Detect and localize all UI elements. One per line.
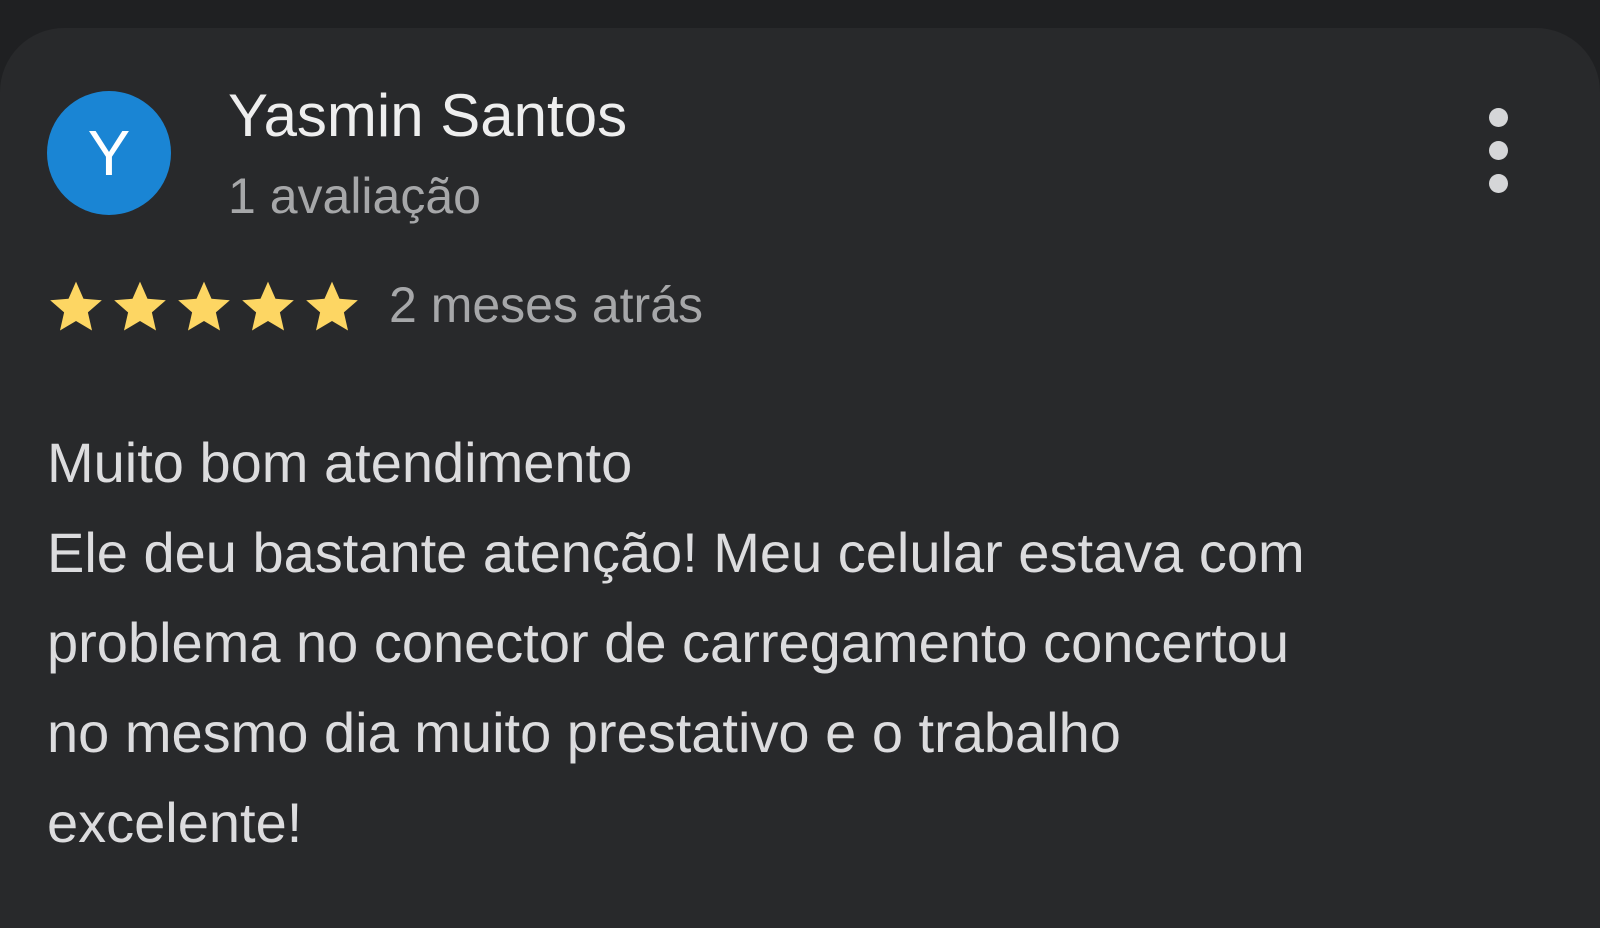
star-icon [242, 281, 294, 331]
review-text-line: no mesmo dia muito prestativo e o trabal… [47, 701, 1121, 764]
review-text-line: excelente! [47, 791, 303, 854]
review-date: 2 meses atrás [389, 277, 704, 333]
review-text-line: Ele deu bastante atenção! Meu celular es… [47, 521, 1305, 584]
more-vert-icon [1489, 108, 1508, 127]
review-text-line: problema no conector de carregamento con… [47, 611, 1290, 674]
more-options-button[interactable] [1474, 108, 1522, 193]
review-count: 1 avaliação [228, 168, 481, 224]
avatar[interactable]: Y [47, 91, 171, 215]
star-rating [45, 276, 363, 338]
star-icon [114, 281, 166, 331]
review-text: Muito bom atendimento Ele deu bastante a… [47, 418, 1547, 868]
more-vert-icon-dot [1489, 141, 1508, 160]
star-icon [50, 281, 102, 331]
review-text-line: Muito bom atendimento [47, 431, 633, 494]
more-vert-icon-dot [1489, 174, 1508, 193]
reviewer-name[interactable]: Yasmin Santos [228, 80, 627, 152]
star-icon [306, 281, 358, 331]
star-icon [178, 281, 230, 331]
review-card: Y Yasmin Santos 1 avaliação 2 meses atrá… [0, 28, 1600, 928]
